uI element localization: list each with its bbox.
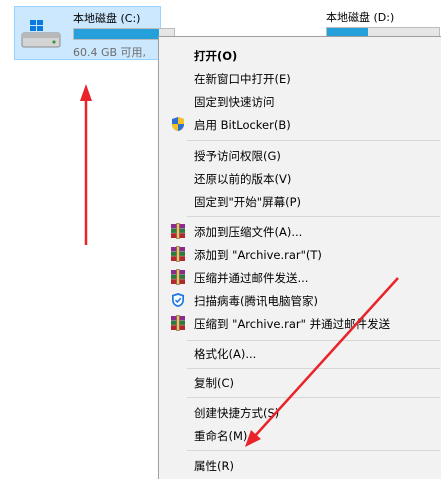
menu-item-label: 复制(C)	[194, 376, 235, 390]
uac-shield-icon	[172, 117, 184, 131]
menu-item-pin-quick-access[interactable]: 固定到快速访问	[159, 90, 441, 112]
menu-item-label: 在新窗口中打开(E)	[194, 72, 291, 86]
menu-item-label: 还原以前的版本(V)	[194, 172, 292, 186]
menu-item-scan-virus[interactable]: 扫描病毒(腾讯电脑管家)	[159, 289, 441, 311]
menu-separator	[187, 368, 440, 369]
winrar-icon	[171, 315, 185, 331]
menu-item-label: 打开(O)	[194, 49, 238, 63]
drive-c-free-space: 60.4 GB 可用,	[73, 46, 147, 59]
menu-item-open[interactable]: 打开(O)	[159, 44, 441, 66]
menu-item-label: 添加到 "Archive.rar"(T)	[194, 248, 322, 262]
menu-item-compress-email[interactable]: 压缩并通过邮件发送...	[159, 266, 441, 288]
menu-item-add-to-archive-rar[interactable]: 添加到 "Archive.rar"(T)	[159, 243, 441, 265]
winrar-icon	[171, 269, 185, 285]
menu-item-label: 重命名(M)	[194, 429, 248, 443]
arrow-up-annotation	[80, 84, 92, 245]
menu-item-label: 格式化(A)...	[194, 347, 257, 361]
menu-item-restore-versions[interactable]: 还原以前的版本(V)	[159, 167, 441, 189]
menu-item-label: 固定到"开始"屏幕(P)	[194, 195, 301, 209]
menu-item-label: 添加到压缩文件(A)...	[194, 225, 303, 239]
drive-c-tile[interactable]: 本地磁盘 (C:) 60.4 GB 可用,	[14, 6, 175, 60]
menu-item-label: 压缩到 "Archive.rar" 并通过邮件发送	[194, 317, 391, 331]
menu-item-rename[interactable]: 重命名(M)	[159, 424, 441, 446]
menu-item-label: 创建快捷方式(S)	[194, 406, 280, 420]
tencent-shield-icon	[172, 293, 184, 307]
menu-separator	[187, 340, 440, 341]
menu-item-create-shortcut[interactable]: 创建快捷方式(S)	[159, 401, 441, 423]
menu-separator	[187, 140, 440, 141]
menu-item-add-to-archive[interactable]: 添加到压缩文件(A)...	[159, 220, 441, 242]
menu-item-label: 属性(R)	[194, 459, 234, 473]
winrar-icon	[171, 223, 185, 239]
menu-item-label: 启用 BitLocker(B)	[194, 118, 291, 132]
menu-separator	[187, 216, 440, 217]
menu-item-format[interactable]: 格式化(A)...	[159, 342, 441, 364]
menu-separator	[187, 397, 440, 398]
drive-d-name: 本地磁盘 (D:)	[326, 11, 395, 24]
menu-item-open-new-window[interactable]: 在新窗口中打开(E)	[159, 67, 441, 89]
menu-item-compress-rar-email[interactable]: 压缩到 "Archive.rar" 并通过邮件发送	[159, 312, 441, 334]
menu-item-pin-start[interactable]: 固定到"开始"屏幕(P)	[159, 190, 441, 212]
menu-item-properties[interactable]: 属性(R)	[159, 454, 441, 476]
menu-separator	[187, 450, 440, 451]
winrar-icon	[171, 246, 185, 262]
hard-drive-windows-icon	[21, 20, 61, 48]
menu-item-grant-access[interactable]: 授予访问权限(G)	[159, 144, 441, 166]
context-menu: 打开(O) 在新窗口中打开(E) 固定到快速访问 启用 BitLocker(B)…	[158, 36, 441, 479]
menu-item-bitlocker[interactable]: 启用 BitLocker(B)	[159, 113, 441, 135]
menu-item-label: 固定到快速访问	[194, 95, 275, 109]
menu-item-copy[interactable]: 复制(C)	[159, 371, 441, 393]
menu-item-label: 扫描病毒(腾讯电脑管家)	[194, 294, 318, 308]
menu-item-label: 授予访问权限(G)	[194, 149, 281, 163]
drive-c-usage-fill	[74, 29, 159, 39]
menu-item-label: 压缩并通过邮件发送...	[194, 271, 309, 285]
drive-c-name: 本地磁盘 (C:)	[73, 12, 141, 25]
